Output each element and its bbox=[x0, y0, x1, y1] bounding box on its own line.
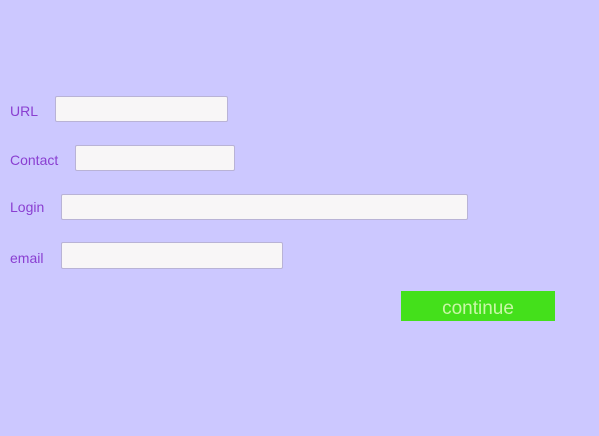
url-field[interactable] bbox=[55, 96, 228, 122]
email-field[interactable] bbox=[61, 242, 283, 269]
url-label: URL bbox=[10, 103, 39, 119]
email-label: email bbox=[10, 250, 44, 266]
contact-field[interactable] bbox=[75, 145, 235, 171]
login-field[interactable] bbox=[61, 194, 468, 220]
contact-label: Contact bbox=[10, 152, 59, 168]
login-label: Login bbox=[10, 199, 45, 215]
continue-button[interactable]: continue bbox=[401, 291, 555, 321]
